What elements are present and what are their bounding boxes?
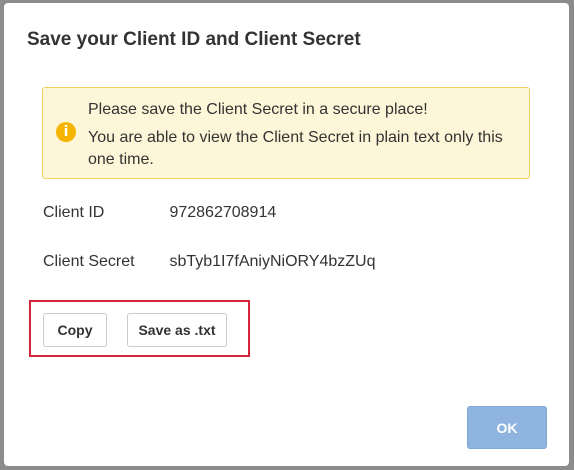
- alert-line-1: Please save the Client Secret in a secur…: [88, 101, 428, 118]
- client-secret-value: sbTyb1I7fAniyNiORY4bzZUq: [169, 253, 376, 270]
- alert-line-2: You are able to view the Client Secret i…: [88, 129, 503, 168]
- client-secret-row: Client Secret sbTyb1I7fAniyNiORY4bzZUq: [43, 253, 375, 271]
- save-as-txt-button[interactable]: Save as .txt: [127, 313, 227, 347]
- client-secret-label: Client Secret: [43, 253, 135, 270]
- warning-alert: i Please save the Client Secret in a sec…: [42, 87, 530, 179]
- client-id-row: Client ID 972862708914: [43, 204, 276, 222]
- client-id-label: Client ID: [43, 204, 105, 221]
- save-credentials-dialog: Save your Client ID and Client Secret i …: [4, 3, 569, 466]
- info-icon: i: [56, 122, 76, 142]
- ok-button[interactable]: OK: [467, 406, 547, 449]
- dialog-title: Save your Client ID and Client Secret: [27, 29, 361, 50]
- alert-message: Please save the Client Secret in a secur…: [88, 99, 518, 171]
- copy-button[interactable]: Copy: [43, 313, 107, 347]
- client-id-value: 972862708914: [169, 204, 277, 221]
